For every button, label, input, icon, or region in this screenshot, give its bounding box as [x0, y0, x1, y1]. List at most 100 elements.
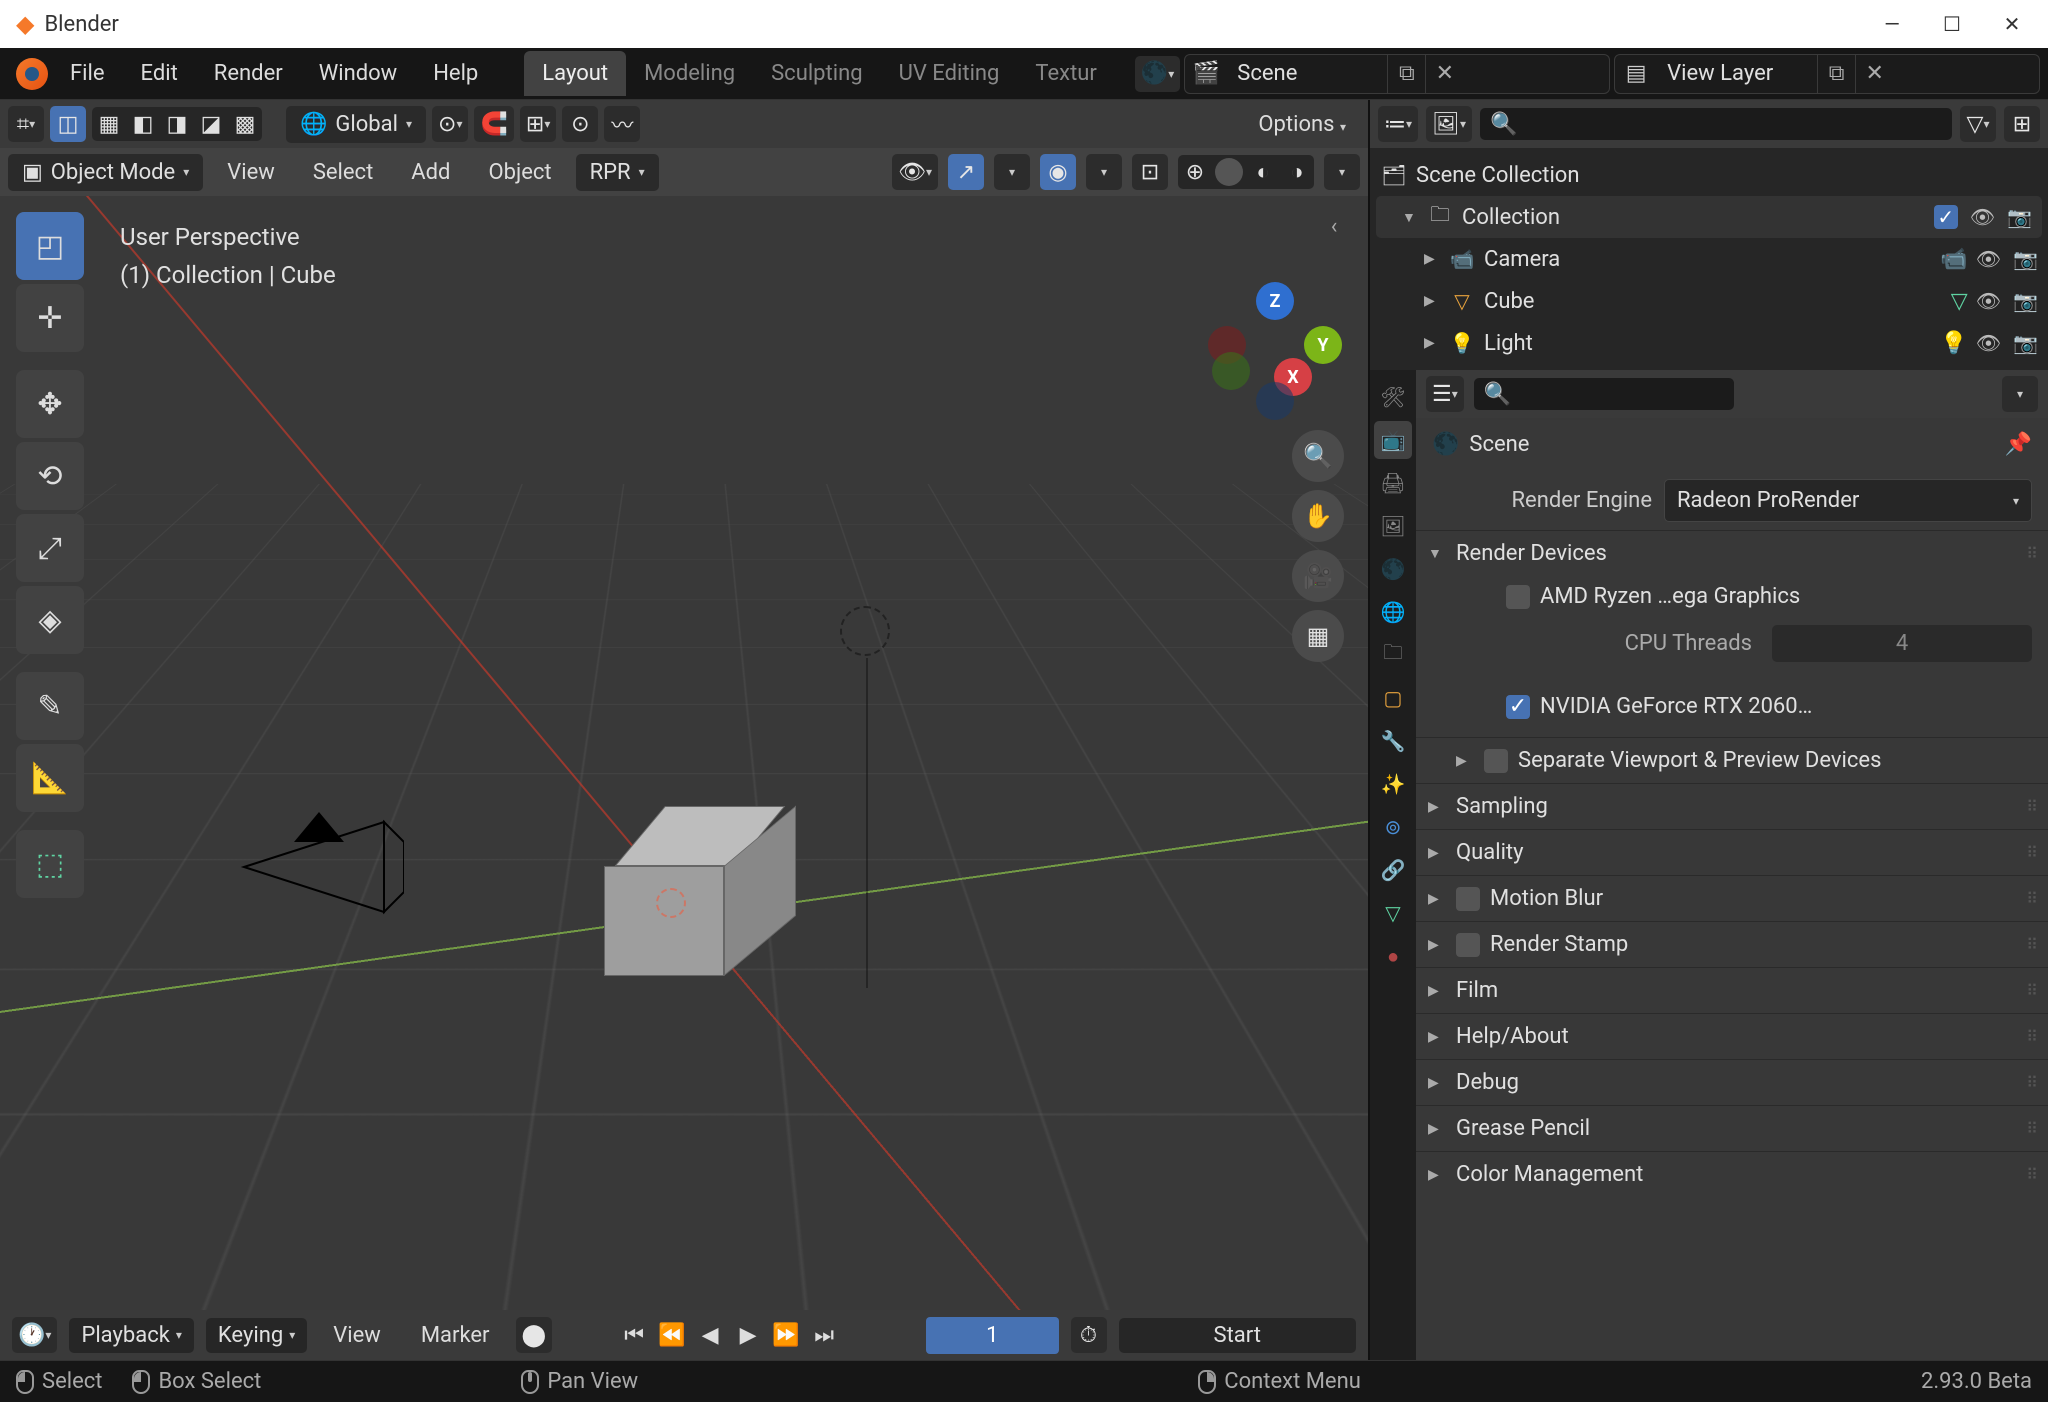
axis-neg-z-icon[interactable] [1256, 382, 1294, 420]
keyframe-next-button[interactable]: ⏩ [768, 1317, 804, 1353]
visibility-button[interactable]: 👁 ▾ [892, 154, 938, 190]
sel-mode-2[interactable]: ◧ [126, 107, 160, 141]
outliner-new-collection[interactable]: ⊞ [2004, 106, 2040, 142]
outliner-scene-collection[interactable]: 🗂 Scene Collection [1370, 154, 2048, 196]
prop-tab-constraint[interactable]: 🔗 [1374, 851, 1412, 889]
outliner-search[interactable]: 🔍 [1480, 108, 1952, 140]
prop-tab-particles[interactable]: ✨ [1374, 765, 1412, 803]
prop-tab-modifier[interactable]: 🔧 [1374, 722, 1412, 760]
tool-add-cube[interactable]: ⬚ [16, 830, 84, 898]
tab-uvediting[interactable]: UV Editing [881, 51, 1018, 96]
editor-type-button[interactable]: ⌗ ▾ [8, 106, 44, 142]
outliner-item-light[interactable]: ▶ 💡 Light 💡 👁📷 [1370, 322, 2048, 364]
add-menu[interactable]: Add [397, 154, 464, 191]
sel-mode-1[interactable]: ▦ [92, 107, 126, 141]
cpu-threads-field[interactable]: 4 [1772, 625, 2032, 662]
properties-editor-type[interactable]: ☰ ▾ [1426, 376, 1464, 412]
mode-dropdown[interactable]: ▣ Object Mode ▾ [8, 154, 203, 191]
clock-icon[interactable]: ⏱ [1071, 1317, 1107, 1353]
prop-falloff-button[interactable]: 〰 [604, 106, 640, 142]
menu-help[interactable]: Help [419, 55, 492, 92]
panel-sampling[interactable]: ▶Sampling⠿ [1416, 783, 2048, 829]
select-mode-group[interactable]: ▦ ◧ ◨ ◪ ▩ [92, 107, 262, 141]
keying-menu[interactable]: Keying ▾ [206, 1318, 307, 1353]
jump-end-button[interactable]: ⏭ [806, 1317, 842, 1353]
tab-layout[interactable]: Layout [524, 51, 626, 96]
camera-icon[interactable]: 📷 [2013, 331, 2038, 355]
view-layer-name[interactable]: View Layer [1657, 61, 1817, 86]
snap-to-button[interactable]: ⊞ ▾ [520, 106, 556, 142]
play-rev-button[interactable]: ◀ [692, 1317, 728, 1353]
panel-help[interactable]: ▶Help/About⠿ [1416, 1013, 2048, 1059]
properties-options[interactable]: ▾ [2002, 376, 2038, 412]
disclosure-triangle-icon[interactable]: ▶ [1424, 335, 1440, 351]
panel-quality[interactable]: ▶Quality⠿ [1416, 829, 2048, 875]
prop-tab-tool[interactable]: 🛠 [1374, 378, 1412, 416]
prop-tab-object[interactable]: ▢ [1374, 679, 1412, 717]
window-minimize-button[interactable]: — [1880, 12, 1904, 36]
outliner-collection[interactable]: ▼ 🗀 Collection ✓ 👁 📷 [1376, 196, 2042, 238]
panel-render-stamp[interactable]: ▶Render Stamp⠿ [1416, 921, 2048, 967]
shade-render-icon[interactable]: ◑ [1280, 155, 1314, 189]
sel-mode-4[interactable]: ◪ [194, 107, 228, 141]
panel-render-devices[interactable]: ▼ Render Devices ⠿ [1416, 530, 2048, 576]
eye-icon[interactable]: 👁 [1976, 247, 2001, 271]
tool-move[interactable]: ✥ [16, 370, 84, 438]
camera-icon[interactable]: 📷 [2013, 289, 2038, 313]
camera-icon[interactable]: 📷 [2007, 205, 2032, 229]
overlay-dd[interactable]: ▾ [1086, 154, 1122, 190]
shade-solid-icon[interactable] [1215, 158, 1243, 186]
collection-enable-checkbox[interactable]: ✓ [1934, 205, 1958, 229]
gpu-device-checkbox[interactable]: ✓ [1506, 695, 1530, 719]
prop-tab-scene[interactable]: 🌑 [1374, 550, 1412, 588]
tool-cursor[interactable]: ✛ [16, 284, 84, 352]
window-maximize-button[interactable]: ☐ [1940, 12, 1964, 36]
shading-dd[interactable]: ▾ [1324, 154, 1360, 190]
scene-delete-button[interactable]: ✕ [1425, 55, 1463, 93]
object-camera[interactable] [234, 812, 404, 922]
orientation-dropdown[interactable]: 🌐 Global ▾ [286, 106, 426, 143]
eye-icon[interactable]: 👁 [1970, 205, 1995, 229]
start-frame-field[interactable]: Start [1119, 1318, 1357, 1353]
disclosure-triangle-icon[interactable]: ▶ [1424, 293, 1440, 309]
perspective-button[interactable]: ▦ [1292, 610, 1344, 662]
prop-tab-render[interactable]: 📺 [1374, 421, 1412, 459]
object-light[interactable] [840, 606, 890, 656]
prop-tab-physics[interactable]: ⊚ [1374, 808, 1412, 846]
snap-button[interactable]: 🧲 [474, 106, 513, 142]
prop-tab-world[interactable]: 🌐 [1374, 593, 1412, 631]
prop-tab-data[interactable]: ▽ [1374, 894, 1412, 932]
scene-browse-button[interactable]: 🌑 ▾ [1135, 56, 1180, 92]
tab-sculpting[interactable]: Sculpting [753, 51, 880, 96]
jump-start-button[interactable]: ⏮ [616, 1317, 652, 1353]
prop-tab-collection[interactable]: 🗀 [1374, 636, 1412, 674]
nav-gizmo[interactable]: Z Y X [1204, 282, 1344, 422]
disclosure-triangle-icon[interactable]: ▶ [1424, 251, 1440, 267]
panel-separate-viewport[interactable]: ▶ Separate Viewport & Preview Devices [1416, 737, 2048, 783]
panel-grease[interactable]: ▶Grease Pencil⠿ [1416, 1105, 2048, 1151]
outliner-editor-type[interactable]: ≔ ▾ [1378, 106, 1418, 142]
shading-modes[interactable]: ⊕ ◐ ◑ [1178, 155, 1314, 189]
sel-mode-5[interactable]: ▩ [228, 107, 262, 141]
outliner-filter[interactable]: ▽ ▾ [1960, 106, 1996, 142]
render-engine-dropdown[interactable]: Radeon ProRender▾ [1664, 479, 2032, 522]
pin-icon[interactable]: 📌 [2005, 432, 2032, 457]
rpr-dropdown[interactable]: RPR ▾ [576, 154, 659, 191]
panel-debug[interactable]: ▶Debug⠿ [1416, 1059, 2048, 1105]
prop-tab-material[interactable]: ● [1374, 937, 1412, 975]
disclosure-triangle-icon[interactable]: ▼ [1402, 209, 1418, 226]
proportional-button[interactable]: ⊙ [562, 106, 598, 142]
prop-tab-output[interactable]: 🖨 [1374, 464, 1412, 502]
eye-icon[interactable]: 👁 [1976, 331, 2001, 355]
scene-name[interactable]: Scene [1227, 61, 1387, 86]
window-close-button[interactable]: ✕ [2000, 12, 2024, 36]
tool-annotate[interactable]: ✎ [16, 672, 84, 740]
play-button[interactable]: ▶ [730, 1317, 766, 1353]
panel-motion-blur[interactable]: ▶Motion Blur⠿ [1416, 875, 2048, 921]
scene-copy-button[interactable]: ⧉ [1387, 55, 1425, 93]
viewport-3d[interactable]: ◰ ✛ ✥ ⟲ ⤢ ◈ ✎ 📐 ⬚ User Perspective (1) C… [0, 196, 1368, 1310]
tab-texturing[interactable]: Textur [1017, 51, 1114, 96]
object-menu[interactable]: Object [474, 154, 565, 191]
gizmo-dd[interactable]: ▾ [994, 154, 1030, 190]
tool-rotate[interactable]: ⟲ [16, 442, 84, 510]
